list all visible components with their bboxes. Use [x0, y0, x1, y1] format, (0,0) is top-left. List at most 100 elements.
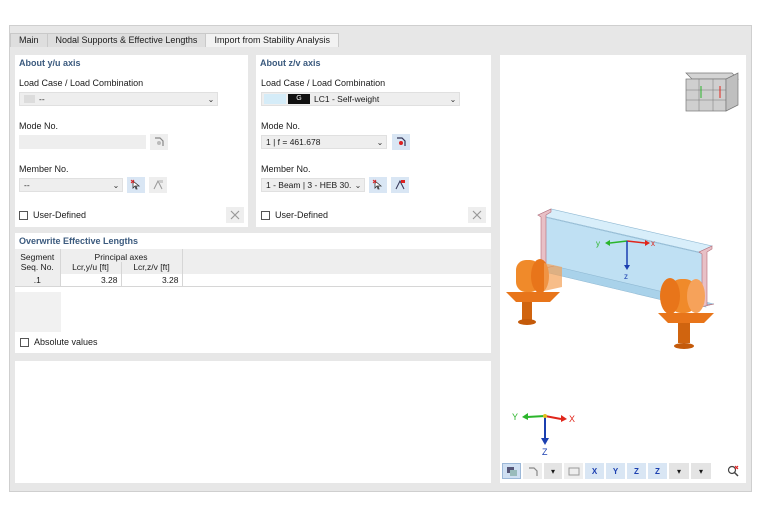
load-case-color-swatch [24, 95, 35, 103]
info-panel [15, 361, 491, 483]
about-z-member-value: 1 - Beam | 3 - HEB 30... [266, 180, 352, 190]
about-y-user-defined[interactable]: User-Defined [19, 210, 86, 220]
wireframe-dropdown-button[interactable]: ▾ [669, 463, 689, 479]
dialog: Main Nodal Supports & Effective Lengths … [9, 25, 752, 492]
pick-mode-button[interactable] [150, 134, 168, 150]
about-z-member-select[interactable]: 1 - Beam | 3 - HEB 30... ⌄ [261, 178, 365, 192]
tab-nodal-supports[interactable]: Nodal Supports & Effective Lengths [46, 33, 207, 47]
about-z-member-label: Member No. [261, 164, 311, 174]
local-z-label: z [624, 272, 628, 281]
row-header-fill [15, 292, 61, 332]
dropdown-icon: ▾ [550, 466, 555, 476]
about-z-title: About z/v axis [260, 58, 321, 68]
pick-mode-icon [155, 137, 164, 146]
pick-mode-icon [397, 137, 406, 146]
empty-cell [182, 274, 491, 287]
about-z-panel: About z/v axis Load Case / Load Combinat… [256, 55, 491, 227]
about-y-load-case-label: Load Case / Load Combination [19, 78, 144, 88]
hide-button[interactable] [564, 463, 583, 479]
local-y-label: y [596, 239, 600, 248]
lcry-cell[interactable]: 3.28 [60, 274, 122, 287]
tools-icon [472, 210, 482, 220]
reset-view-button[interactable] [723, 463, 742, 479]
tools-icon [230, 210, 240, 220]
preview-toolbar: ▾ X Y Z Z ▾ ▾ [502, 463, 744, 479]
values-dropdown-button[interactable]: ▾ [544, 463, 562, 479]
view-x-button[interactable]: X [585, 463, 604, 479]
graphic-member-button[interactable] [149, 177, 167, 193]
overwrite-title: Overwrite Effective Lengths [19, 236, 139, 246]
table-row[interactable]: .1 3.28 3.28 [15, 274, 491, 287]
cursor-select-icon [372, 179, 383, 190]
lcrz-header: Lcr,z/v [ft] [121, 262, 183, 274]
about-y-mode-label: Mode No. [19, 121, 59, 131]
render-mode-button[interactable] [502, 463, 521, 479]
chevron-down-icon: ⌄ [112, 180, 120, 190]
tab-import-stability[interactable]: Import from Stability Analysis [205, 33, 339, 47]
about-z-mode-label: Mode No. [261, 121, 301, 131]
about-z-load-case-value: LC1 - Self-weight [314, 94, 380, 104]
cursor-select-icon [130, 179, 141, 190]
view-y-button[interactable]: Y [606, 463, 625, 479]
absolute-values-label: Absolute values [34, 337, 98, 347]
about-z-mode-select[interactable]: 1 | f = 461.678 ⌄ [261, 135, 387, 149]
about-z-user-defined[interactable]: User-Defined [261, 210, 328, 220]
global-y-label: Y [512, 412, 518, 422]
chevron-down-icon: ⌄ [376, 137, 384, 147]
checkbox-icon[interactable] [261, 210, 270, 220]
select-member-button[interactable] [127, 177, 145, 193]
pick-mode-button[interactable] [392, 134, 410, 150]
show-values-icon [528, 466, 538, 476]
graphic-member-button[interactable] [391, 177, 409, 193]
navigation-cube-icon[interactable] [685, 72, 739, 112]
about-y-settings-button[interactable] [226, 207, 244, 223]
global-axis-triad: X Y Z [512, 412, 575, 457]
about-y-member-value: -- [24, 180, 30, 190]
load-case-color-swatch [264, 94, 286, 104]
segment-seq-cell[interactable]: .1 [15, 274, 61, 287]
about-y-load-case-select[interactable]: -- ⌄ [19, 92, 218, 106]
about-y-load-case-value: -- [39, 94, 45, 104]
empty-header [182, 262, 491, 274]
absolute-values-checkbox[interactable]: Absolute values [20, 337, 98, 347]
hide-icon [568, 467, 579, 475]
display-dropdown-button[interactable]: ▾ [691, 463, 711, 479]
segment-header-line2: Seq. No. [15, 262, 61, 274]
about-y-title: About y/u axis [19, 58, 81, 68]
about-y-user-defined-label: User-Defined [33, 210, 87, 220]
view-iso-button[interactable]: Z [648, 463, 667, 479]
about-z-load-case-select[interactable]: G LC1 - Self-weight ⌄ [261, 92, 460, 106]
display-dropdown-icon: ▾ [698, 466, 703, 476]
segment-header-line1: Segment [15, 249, 61, 262]
effective-lengths-table: Segment Principal axes Seq. No. Lcr,y/u … [15, 249, 491, 287]
wireframe-dropdown-icon: ▾ [676, 466, 681, 476]
model-preview[interactable]: x y z X Y Z ▾ X Y Z Z ▾ ▾ [500, 55, 746, 483]
view-z-icon: Z [634, 466, 639, 476]
load-case-tag: G [288, 94, 310, 104]
principal-axes-header: Principal axes [60, 249, 183, 262]
about-z-load-case-label: Load Case / Load Combination [261, 78, 386, 88]
view-z-button[interactable]: Z [627, 463, 646, 479]
overwrite-panel: Overwrite Effective Lengths Segment Prin… [15, 233, 491, 353]
checkbox-icon[interactable] [20, 337, 29, 347]
checkbox-icon[interactable] [19, 210, 28, 220]
lcrz-cell[interactable]: 3.28 [121, 274, 183, 287]
chevron-down-icon: ⌄ [354, 180, 362, 190]
about-y-panel: About y/u axis Load Case / Load Combinat… [15, 55, 248, 227]
render-mode-icon [506, 466, 517, 476]
show-values-button[interactable] [523, 463, 542, 479]
left-support[interactable] [506, 259, 562, 325]
global-z-label: Z [542, 447, 548, 457]
local-x-label: x [651, 239, 655, 248]
tab-main[interactable]: Main [10, 33, 48, 47]
structure-3d-view[interactable]: x y z X Y Z [500, 55, 746, 460]
select-member-button[interactable] [369, 177, 387, 193]
chevron-down-icon: ⌄ [207, 94, 215, 104]
graphic-pick-icon [395, 179, 405, 190]
about-z-settings-button[interactable] [468, 207, 486, 223]
tab-bar: Main Nodal Supports & Effective Lengths … [10, 33, 339, 47]
about-y-member-select[interactable]: -- ⌄ [19, 178, 123, 192]
view-iso-icon: Z [655, 466, 660, 476]
about-y-mode-field[interactable] [19, 135, 146, 149]
graphic-pick-icon [153, 179, 163, 190]
